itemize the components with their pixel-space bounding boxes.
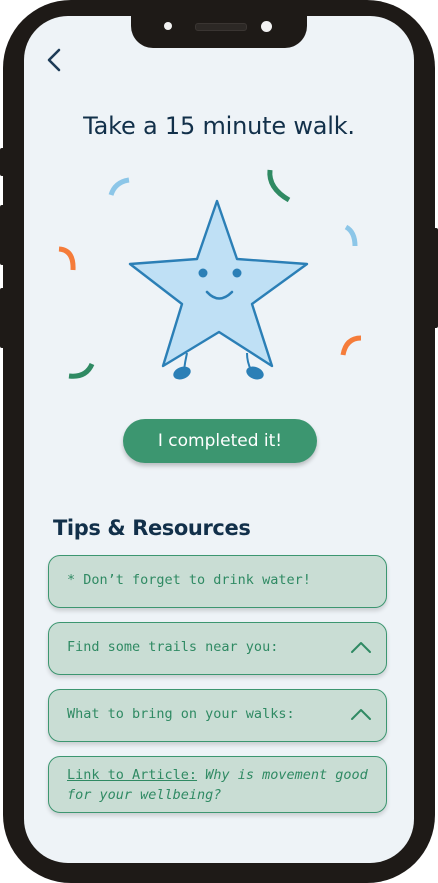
confetti-green-top-right — [267, 169, 291, 203]
chevron-up-icon[interactable] — [350, 707, 372, 721]
tip-text: What to bring on your walks: — [67, 706, 295, 722]
star-right-foot — [246, 366, 264, 380]
article-link-label[interactable]: Link to Article: — [67, 767, 197, 783]
tip-row: What to bring on your walks: — [67, 706, 372, 722]
chevron-up-icon[interactable] — [350, 640, 372, 654]
tip-row: Find some trails near you: — [67, 639, 372, 655]
tip-card-what-to-bring[interactable]: What to bring on your walks: — [48, 689, 387, 742]
star-left-foot — [173, 366, 191, 380]
tip-row: * Don’t forget to drink water! — [67, 572, 372, 588]
tip-card-trails[interactable]: Find some trails near you: — [48, 622, 387, 675]
article-text: Link to Article: Why is movement good fo… — [67, 765, 372, 805]
confetti-green-bottom-left — [68, 362, 95, 379]
phone-frame: Take a 15 minute walk. I completed it! T… — [0, 0, 438, 883]
confetti-orange-left — [58, 246, 76, 271]
celebration-illustration — [58, 169, 362, 380]
star-left-eye — [198, 268, 208, 278]
article-card[interactable]: Link to Article: Why is movement good fo… — [48, 756, 387, 813]
star-body — [128, 199, 309, 368]
confetti-blue-top-left — [108, 177, 130, 196]
confetti-blue-right — [344, 224, 358, 247]
section-title: Tips & Resources — [53, 516, 251, 540]
completed-button[interactable]: I completed it! — [123, 419, 317, 463]
star-right-eye — [232, 268, 242, 278]
confetti-orange-right — [340, 335, 362, 356]
app-screen: Take a 15 minute walk. I completed it! T… — [24, 16, 414, 863]
tip-card[interactable]: * Don’t forget to drink water! — [48, 555, 387, 608]
tip-text: Find some trails near you: — [67, 639, 279, 655]
tip-text: * Don’t forget to drink water! — [67, 572, 311, 588]
